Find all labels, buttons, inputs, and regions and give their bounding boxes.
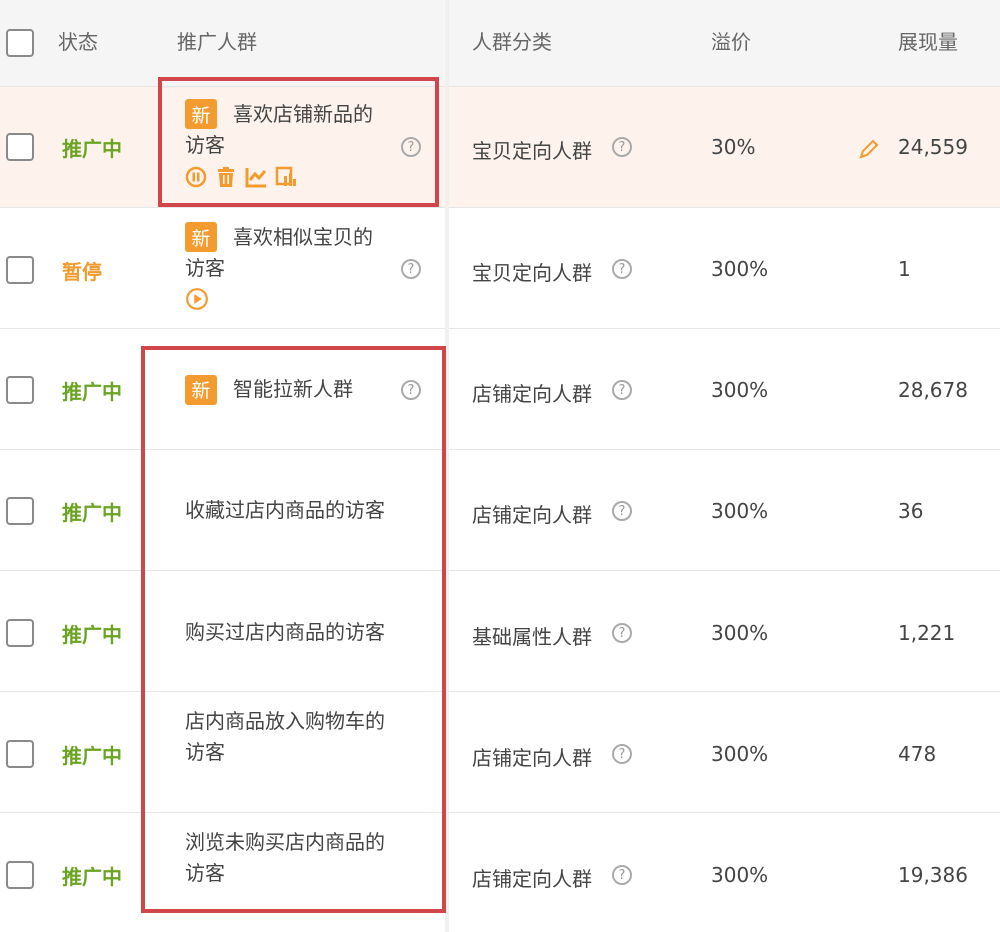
question-icon[interactable]: ? [612,501,632,521]
select-all-checkbox[interactable] [6,29,34,57]
crowd-table: 状态 推广人群 人群分类 溢价 展现量 推广中 新 喜欢店铺新品的 访客 ? 宝… [0,0,1000,932]
premium-value: 300% [711,742,769,766]
premium-value: 300% [711,499,769,523]
row-checkbox[interactable] [6,497,34,525]
status-badge: 推广中 [62,137,122,161]
annotation-box-bottom [141,346,446,913]
impressions-value: 19,386 [898,863,968,887]
impressions-value: 1 [898,257,911,281]
crowd-name-line2: 访客 [185,256,225,280]
pencil-icon[interactable] [858,138,880,160]
premium-value: 300% [711,621,769,645]
crowd-category: 店铺定向人群 [472,746,592,770]
impressions-value: 478 [898,742,937,766]
status-badge: 推广中 [62,623,122,647]
impressions-value: 1,221 [898,621,956,645]
row-checkbox[interactable] [6,376,34,404]
table-header: 状态 推广人群 人群分类 溢价 展现量 [0,0,1000,87]
table-row: 推广中 新 喜欢店铺新品的 访客 ? 宝贝定向人群 ? 30% 24,559 [0,87,1000,208]
crowd-category: 店铺定向人群 [472,503,592,527]
header-premium: 溢价 [711,30,751,54]
row-checkbox[interactable] [6,133,34,161]
question-icon[interactable]: ? [612,744,632,764]
new-badge: 新 [185,222,217,252]
crowd-category: 店铺定向人群 [472,867,592,891]
premium-value: 30% [711,135,756,159]
status-badge: 推广中 [62,744,122,768]
premium-value: 300% [711,378,769,402]
crowd-name: 新 喜欢相似宝贝的 访客 [185,222,400,284]
table-row: 暂停 新 喜欢相似宝贝的 访客 ? 宝贝定向人群 ? 300% 1 [0,208,1000,329]
premium-value: 300% [711,257,769,281]
header-impressions: 展现量 [898,30,958,54]
question-icon[interactable]: ? [612,380,632,400]
premium-value: 300% [711,863,769,887]
status-badge: 暂停 [62,260,102,284]
row-checkbox[interactable] [6,740,34,768]
question-icon[interactable]: ? [612,259,632,279]
header-category: 人群分类 [472,30,552,54]
impressions-value: 28,678 [898,378,968,402]
header-status: 状态 [58,30,98,54]
crowd-category: 宝贝定向人群 [472,139,592,163]
question-icon[interactable]: ? [612,865,632,885]
question-icon[interactable]: ? [401,259,421,279]
crowd-category: 基础属性人群 [472,625,592,649]
crowd-category: 宝贝定向人群 [472,261,592,285]
header-crowd: 推广人群 [177,30,257,54]
status-badge: 推广中 [62,865,122,889]
impressions-value: 24,559 [898,135,968,159]
play-icon[interactable] [185,287,209,311]
crowd-name-line1: 喜欢相似宝贝的 [233,225,373,249]
annotation-box-top [158,77,439,207]
impressions-value: 36 [898,499,924,523]
question-icon[interactable]: ? [612,623,632,643]
question-icon[interactable]: ? [612,137,632,157]
row-checkbox[interactable] [6,256,34,284]
row-checkbox[interactable] [6,861,34,889]
status-badge: 推广中 [62,380,122,404]
status-badge: 推广中 [62,501,122,525]
row-checkbox[interactable] [6,619,34,647]
crowd-category: 店铺定向人群 [472,382,592,406]
